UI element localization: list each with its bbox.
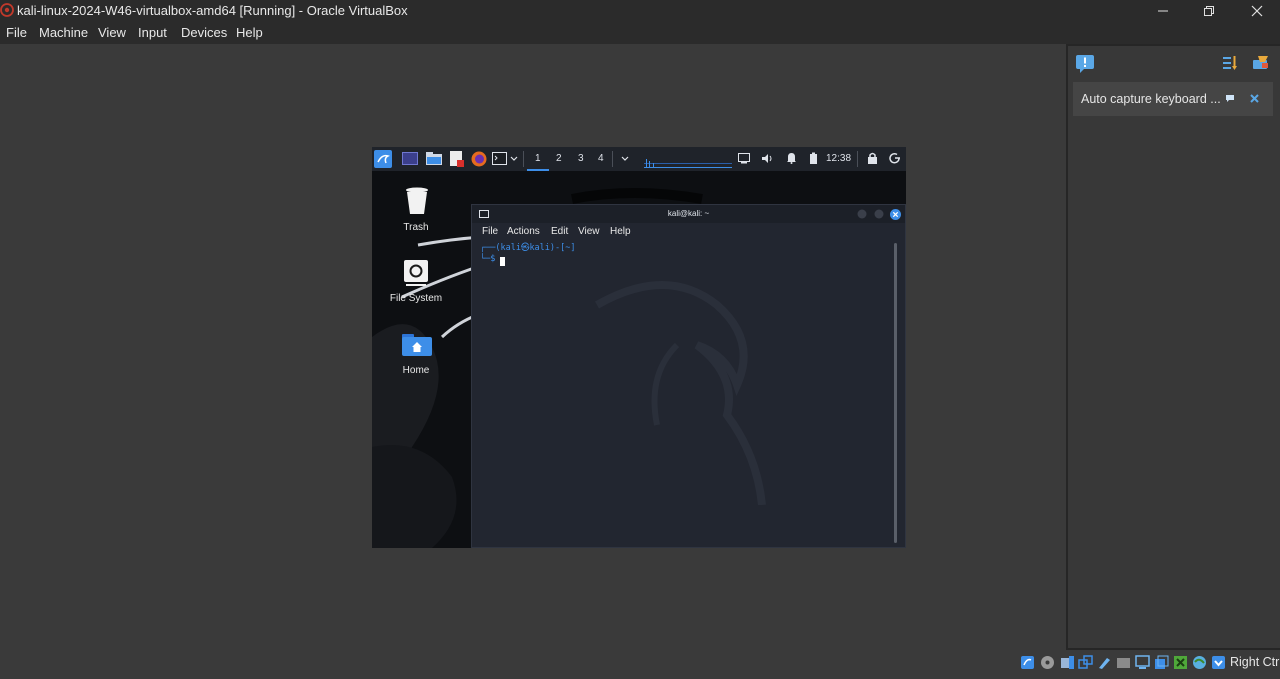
panel-clock[interactable]: 12:38 [826, 153, 851, 164]
prompt-line-1: ┌──(kali㉿kali)-[~] [480, 243, 576, 253]
menu-devices[interactable]: Devices [181, 25, 227, 40]
terminal-menu-actions[interactable]: Actions [507, 226, 540, 237]
workspace-1[interactable]: 1 [535, 153, 541, 164]
terminal-window[interactable]: kali@kali: ~ File Actions Edit View Help… [471, 204, 906, 548]
menu-machine[interactable]: Machine [39, 25, 88, 40]
terminal-menu-edit[interactable]: Edit [551, 226, 568, 237]
workspace-4[interactable]: 4 [598, 153, 604, 164]
battery-icon [810, 152, 817, 164]
trash-icon[interactable] [404, 187, 430, 215]
notification-item[interactable]: Auto capture keyboard ... [1073, 82, 1273, 116]
display-icon[interactable] [738, 153, 750, 164]
xfce-top-panel: 1 2 3 4 12:38 [372, 147, 906, 171]
guest-screen[interactable]: 1 2 3 4 12:38 Trash File System Home kal… [372, 147, 906, 548]
notification-message: Auto capture keyboard ... [1081, 92, 1221, 106]
kali-menu-icon[interactable] [374, 150, 392, 168]
volume-icon[interactable] [761, 153, 774, 164]
keyboard-icon[interactable] [1211, 655, 1226, 670]
pin-icon[interactable] [1225, 94, 1235, 103]
optical-drive-icon[interactable] [1040, 655, 1055, 670]
active-workspace-indicator [527, 169, 549, 171]
menubar: File Machine View Input Devices Help [0, 22, 1280, 44]
terminal-menu-view[interactable]: View [578, 226, 600, 237]
maximize-icon[interactable] [874, 209, 884, 219]
terminal-title: kali@kali: ~ [667, 209, 710, 218]
minimize-button[interactable] [1140, 0, 1186, 22]
menu-view[interactable]: View [98, 25, 126, 40]
display-icon[interactable] [1135, 655, 1150, 670]
desktop-label-trash: Trash [403, 222, 429, 233]
desktop-label-file-system: File System [389, 293, 443, 304]
minimize-icon[interactable] [857, 209, 867, 219]
kali-dragon-watermark [595, 281, 766, 505]
terminal-scrollbar[interactable] [894, 243, 897, 543]
restore-icon [1204, 6, 1214, 16]
virtualbox-icon [0, 3, 14, 17]
workspace-2[interactable]: 2 [556, 153, 562, 164]
audio-icon[interactable] [1060, 655, 1075, 670]
chevron-down-icon[interactable] [510, 156, 518, 162]
panel-separator [612, 151, 613, 167]
menu-file[interactable]: File [6, 25, 27, 40]
panel-separator [523, 151, 524, 167]
notification-icon[interactable] [1075, 54, 1095, 73]
panel-separator [857, 151, 858, 167]
notification-center [1066, 44, 1280, 650]
settings-clean-icon[interactable] [1252, 55, 1270, 71]
close-window-button[interactable] [1234, 0, 1280, 22]
shared-folders-icon[interactable] [1116, 655, 1131, 670]
menu-help[interactable]: Help [236, 25, 263, 40]
drive-icon[interactable] [403, 259, 429, 287]
terminal-cursor [500, 257, 505, 266]
terminal-prompt: ┌──(kali㉿kali)-[~] └─$ [480, 243, 576, 265]
text-editor-icon[interactable] [450, 151, 464, 167]
window-titlebar: kali-linux-2024-W46-virtualbox-amd64 [Ru… [0, 0, 1280, 22]
prompt-line-2: └─$ [480, 254, 501, 264]
network-icon[interactable] [1078, 655, 1093, 670]
terminal-titlebar[interactable]: kali@kali: ~ [472, 205, 905, 223]
chevron-down-icon[interactable] [621, 156, 629, 162]
close-icon[interactable] [1250, 94, 1259, 103]
show-desktop-icon[interactable] [402, 152, 418, 165]
minimize-icon [1158, 10, 1168, 12]
close-icon[interactable] [890, 209, 901, 220]
cpu-icon[interactable] [1192, 655, 1207, 670]
workspace-3[interactable]: 3 [578, 153, 584, 164]
window-title: kali-linux-2024-W46-virtualbox-amd64 [Ru… [17, 3, 408, 18]
menu-input[interactable]: Input [138, 25, 167, 40]
home-folder-icon[interactable] [402, 332, 432, 356]
terminal-menu-help[interactable]: Help [610, 226, 631, 237]
sort-icon[interactable] [1222, 55, 1238, 71]
lock-screen-icon[interactable] [867, 152, 878, 164]
terminal-icon[interactable] [492, 152, 507, 165]
restore-button[interactable] [1186, 0, 1232, 22]
host-key-label[interactable]: Right Ctrl [1230, 655, 1280, 669]
notifications-bell-icon[interactable] [786, 152, 797, 164]
file-manager-icon[interactable] [426, 152, 442, 165]
logout-icon[interactable] [889, 152, 901, 164]
cpu-graph-icon [644, 159, 732, 168]
usb-icon[interactable] [1097, 655, 1112, 670]
guest-additions-icon[interactable] [1173, 655, 1188, 670]
firefox-icon[interactable] [471, 151, 487, 167]
terminal-menu-file[interactable]: File [482, 226, 498, 237]
hard-disk-icon[interactable] [1020, 655, 1035, 670]
recording-icon[interactable] [1154, 655, 1169, 670]
desktop-label-home: Home [402, 365, 430, 376]
close-icon [1251, 5, 1263, 17]
